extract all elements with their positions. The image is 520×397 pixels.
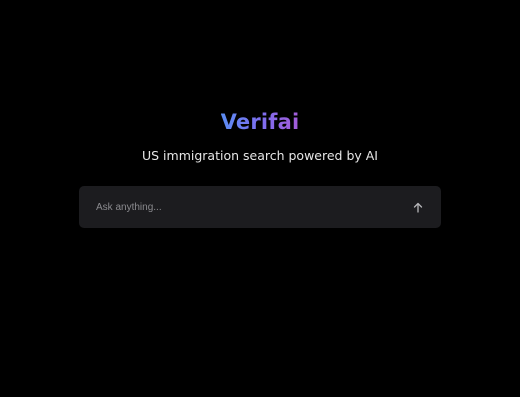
brand-logo: Verifai — [0, 110, 520, 134]
submit-button[interactable] — [401, 186, 435, 228]
search-input[interactable] — [79, 186, 401, 228]
search-box — [79, 186, 441, 228]
tagline: US immigration search powered by AI — [141, 148, 378, 163]
arrow-up-icon — [413, 202, 423, 213]
brand-name: Verifai — [220, 110, 300, 134]
page: Verifai US immigration search powered by… — [0, 0, 520, 397]
